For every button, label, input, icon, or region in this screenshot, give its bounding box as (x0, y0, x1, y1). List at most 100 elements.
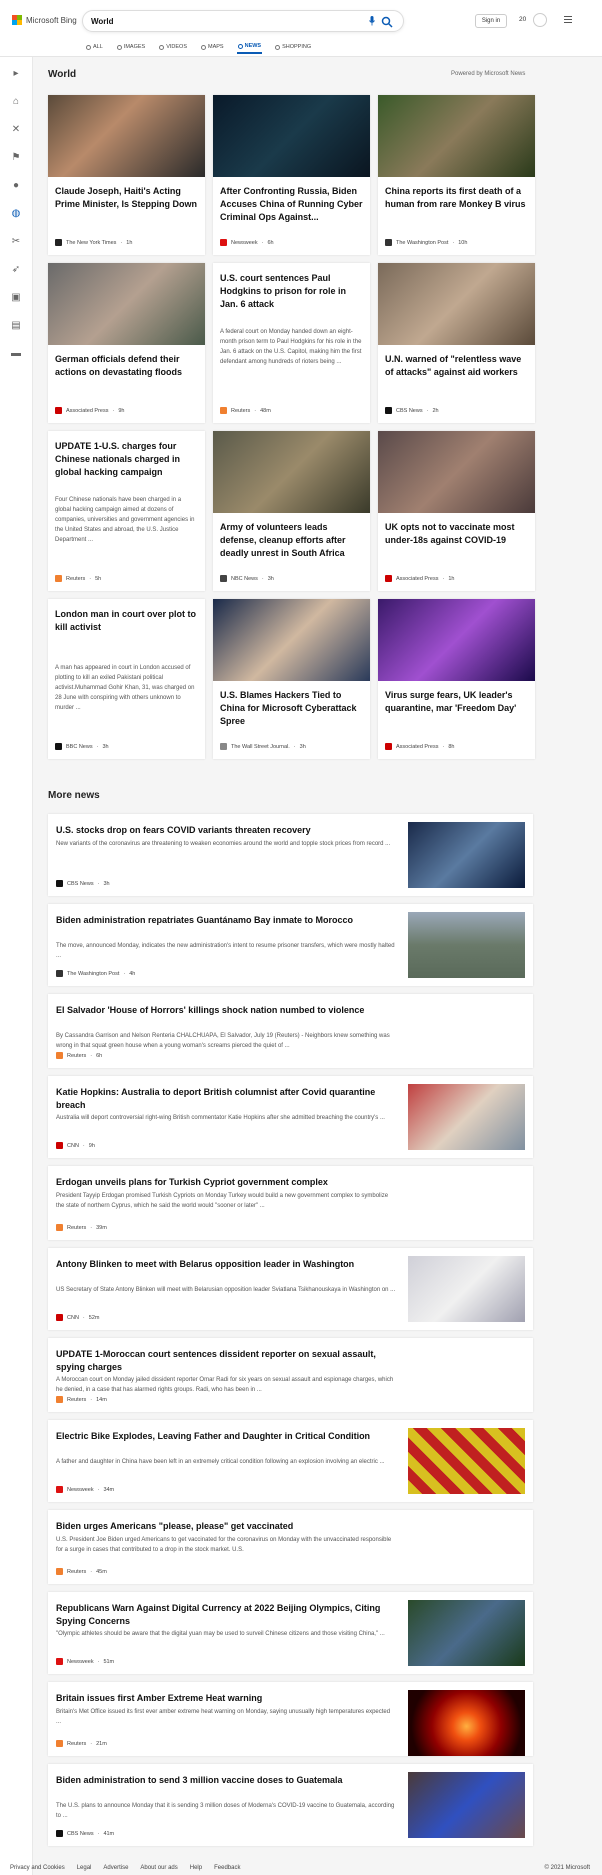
tools-icon[interactable]: ✕ (10, 123, 22, 135)
news-source[interactable]: NBC News · 3h (220, 575, 274, 582)
news-list-item[interactable]: Biden administration to send 3 million v… (48, 1764, 533, 1846)
news-card[interactable]: London man in court over plot to kill ac… (48, 599, 205, 759)
news-card-title[interactable]: UK opts not to vaccinate most under-18s … (385, 521, 528, 547)
news-source[interactable]: CNN · 52m (56, 1314, 99, 1321)
news-item-title[interactable]: Biden administration repatriates Guantán… (56, 914, 396, 927)
news-card-title[interactable]: U.S. court sentences Paul Hodgkins to pr… (220, 272, 363, 311)
globe-icon[interactable]: ◍ (10, 207, 22, 219)
news-card-title[interactable]: U.N. warned of "relentless wave of attac… (385, 353, 528, 379)
news-source[interactable]: Reuters · 39m (56, 1224, 107, 1231)
news-item-title[interactable]: U.S. stocks drop on fears COVID variants… (56, 824, 396, 837)
news-card-title[interactable]: Claude Joseph, Haiti's Acting Prime Mini… (55, 185, 198, 211)
footer-link[interactable]: Legal (77, 1865, 92, 1871)
news-source[interactable]: Associated Press · 8h (385, 743, 454, 750)
footer-link[interactable]: Privacy and Cookies (10, 1865, 65, 1871)
news-source[interactable]: CBS News · 2h (385, 407, 439, 414)
news-item-title[interactable]: Biden urges Americans "please, please" g… (56, 1520, 396, 1533)
news-list-item[interactable]: Katie Hopkins: Australia to deport Briti… (48, 1076, 533, 1158)
news-source[interactable]: Newsweek · 51m (56, 1658, 114, 1665)
news-source[interactable]: CBS News · 3h (56, 880, 110, 887)
news-item-thumbnail[interactable] (408, 1772, 525, 1838)
news-item-title[interactable]: Biden administration to send 3 million v… (56, 1774, 396, 1787)
bing-logo[interactable]: Microsoft Bing (12, 15, 77, 25)
news-source[interactable]: CBS News · 41m (56, 1830, 114, 1837)
news-source[interactable]: Reuters · 45m (56, 1568, 107, 1575)
news-card-image[interactable] (213, 431, 370, 513)
search-icon[interactable] (381, 16, 393, 28)
entertainment-icon[interactable]: ▣ (10, 291, 22, 303)
news-card-title[interactable]: Army of volunteers leads defense, cleanu… (220, 521, 363, 560)
news-source[interactable]: Reuters · 6h (56, 1052, 102, 1059)
news-source[interactable]: The Washington Post · 4h (56, 970, 135, 977)
news-source[interactable]: Reuters · 21m (56, 1740, 107, 1747)
tools-icon[interactable]: ✂ (10, 235, 22, 247)
news-card-title[interactable]: UPDATE 1-U.S. charges four Chinese natio… (55, 440, 198, 479)
news-source[interactable]: Reuters · 48m (220, 407, 271, 414)
news-item-thumbnail[interactable] (408, 1084, 525, 1150)
news-card[interactable]: German officials defend their actions on… (48, 263, 205, 423)
news-card-image[interactable] (213, 599, 370, 681)
news-item-thumbnail[interactable] (408, 1428, 525, 1494)
hamburger-menu-icon[interactable] (564, 16, 572, 24)
news-source[interactable]: CNN · 9h (56, 1142, 95, 1149)
news-card-image[interactable] (213, 95, 370, 177)
news-source[interactable]: Newsweek · 6h (220, 239, 274, 246)
news-source[interactable]: Newsweek · 34m (56, 1486, 114, 1493)
news-card[interactable]: U.N. warned of "relentless wave of attac… (378, 263, 535, 423)
news-list-item[interactable]: Biden administration repatriates Guantán… (48, 904, 533, 986)
news-card-image[interactable] (48, 95, 205, 177)
search-input[interactable] (91, 14, 361, 28)
news-list-item[interactable]: UPDATE 1-Moroccan court sentences dissid… (48, 1338, 533, 1412)
news-card-image[interactable] (378, 431, 535, 513)
news-card[interactable]: Claude Joseph, Haiti's Acting Prime Mini… (48, 95, 205, 255)
news-card-image[interactable] (378, 263, 535, 345)
news-source[interactable]: Associated Press · 9h (55, 407, 124, 414)
news-list-item[interactable]: Biden urges Americans "please, please" g… (48, 1510, 533, 1584)
search-box[interactable] (82, 10, 404, 32)
news-list-item[interactable]: Erdogan unveils plans for Turkish Cyprio… (48, 1166, 533, 1240)
news-card-image[interactable] (48, 263, 205, 345)
bank-icon[interactable]: ▤ (10, 319, 22, 331)
news-card[interactable]: China reports its first death of a human… (378, 95, 535, 255)
news-source[interactable]: The Washington Post · 10h (385, 239, 467, 246)
news-item-title[interactable]: Republicans Warn Against Digital Currenc… (56, 1602, 396, 1628)
news-item-title[interactable]: Antony Blinken to meet with Belarus oppo… (56, 1258, 396, 1271)
news-item-thumbnail[interactable] (408, 1256, 525, 1322)
news-card-title[interactable]: After Confronting Russia, Biden Accuses … (220, 185, 363, 224)
card-icon[interactable]: ▬ (10, 347, 22, 359)
news-card[interactable]: UK opts not to vaccinate most under-18s … (378, 431, 535, 591)
news-source[interactable]: Reuters · 14m (56, 1396, 107, 1403)
tab-news[interactable]: NEWS (236, 40, 263, 54)
tab-videos[interactable]: VIDEOS (158, 40, 188, 54)
location-pin-icon[interactable]: ● (10, 179, 22, 191)
news-list-item[interactable]: Republicans Warn Against Digital Currenc… (48, 1592, 533, 1674)
home-icon[interactable]: ⌂ (10, 95, 22, 107)
news-card[interactable]: After Confronting Russia, Biden Accuses … (213, 95, 370, 255)
footer-link[interactable]: About our ads (140, 1865, 177, 1871)
news-item-thumbnail[interactable] (408, 1690, 525, 1756)
footer-link[interactable]: Help (190, 1865, 202, 1871)
news-list-item[interactable]: U.S. stocks drop on fears COVID variants… (48, 814, 533, 896)
news-item-thumbnail[interactable] (408, 912, 525, 978)
news-source[interactable]: Associated Press · 1h (385, 575, 454, 582)
news-source[interactable]: BBC News · 3h (55, 743, 109, 750)
news-item-title[interactable]: Electric Bike Explodes, Leaving Father a… (56, 1430, 396, 1443)
news-list-item[interactable]: El Salvador 'House of Horrors' killings … (48, 994, 533, 1068)
news-list-item[interactable]: Electric Bike Explodes, Leaving Father a… (48, 1420, 533, 1502)
news-card-image[interactable] (378, 599, 535, 681)
news-item-title[interactable]: Katie Hopkins: Australia to deport Briti… (56, 1086, 396, 1112)
tab-shopping[interactable]: SHOPPING (274, 40, 312, 54)
news-card-title[interactable]: London man in court over plot to kill ac… (55, 608, 198, 634)
news-card[interactable]: U.S. court sentences Paul Hodgkins to pr… (213, 263, 370, 423)
news-item-title[interactable]: El Salvador 'House of Horrors' killings … (56, 1004, 396, 1017)
news-card[interactable]: Army of volunteers leads defense, cleanu… (213, 431, 370, 591)
news-source[interactable]: The New York Times · 1h (55, 239, 132, 246)
flag-icon[interactable]: ⚑ (10, 151, 22, 163)
news-card-image[interactable] (378, 95, 535, 177)
news-card-title[interactable]: U.S. Blames Hackers Tied to China for Mi… (220, 689, 363, 728)
news-card[interactable]: Virus surge fears, UK leader's quarantin… (378, 599, 535, 759)
footer-link[interactable]: Advertise (103, 1865, 128, 1871)
footer-link[interactable]: Feedback (214, 1865, 240, 1871)
news-card-title[interactable]: China reports its first death of a human… (385, 185, 528, 211)
sign-in-button[interactable]: Sign in (475, 14, 507, 28)
